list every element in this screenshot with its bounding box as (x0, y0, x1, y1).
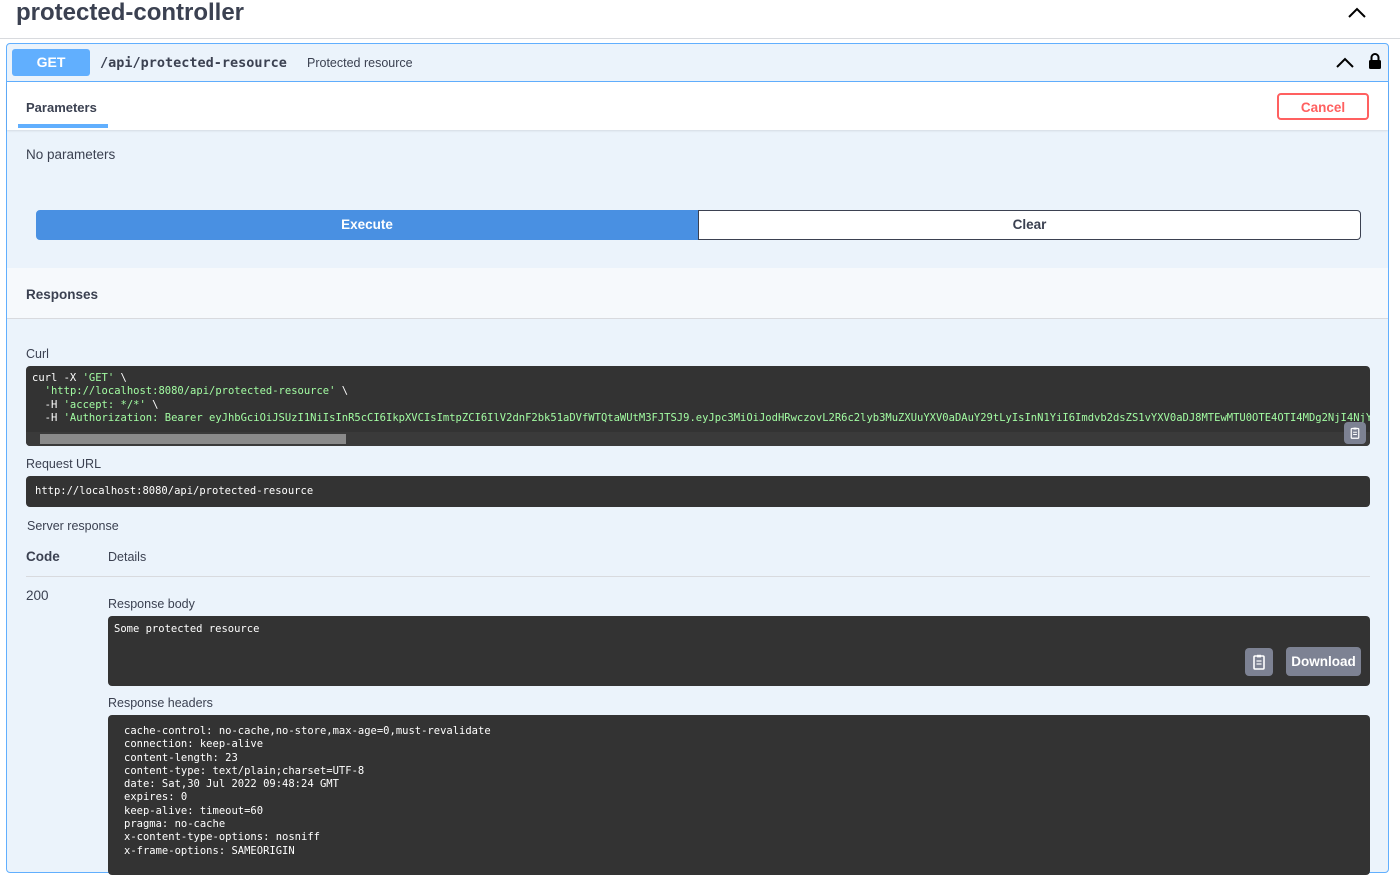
response-header-line: content-type: text/plain;charset=UTF-8 (124, 764, 365, 777)
parameters-tab-bar: Parameters Cancel (7, 82, 1388, 130)
execute-button[interactable]: Execute (36, 210, 698, 240)
curl-line-4: -H 'Authorization: Bearer eyJhbGciOiJSUz… (32, 411, 1370, 424)
response-header-line: date: Sat,30 Jul 2022 09:48:24 GMT (124, 778, 339, 791)
execute-wrapper: Execute Clear (36, 210, 1361, 240)
response-headers-block[interactable]: cache-control: no-cache,no-store,max-age… (108, 715, 1370, 875)
response-header-line: keep-alive: timeout=60 (124, 804, 264, 817)
divider (26, 576, 1370, 577)
response-header-line: pragma: no-cache (124, 818, 226, 831)
copy-to-clipboard-button[interactable] (1344, 422, 1366, 444)
responses-title: Responses (26, 287, 99, 302)
response-header-line: x-content-type-options: nosniff (124, 831, 320, 844)
response-headers-label: Response headers (108, 696, 213, 710)
responses-header: Responses (7, 268, 1388, 319)
response-header-line: cache-control: no-cache,no-store,max-age… (124, 725, 491, 737)
scrollbar-thumb[interactable] (40, 434, 346, 444)
response-code: 200 (26, 588, 49, 603)
response-body-block[interactable]: Some protected resource Download (108, 616, 1370, 686)
curl-line-1: curl -X 'GET' \ (32, 372, 127, 384)
operation-path: /api/protected-resource (100, 55, 287, 71)
no-parameters-text: No parameters (26, 147, 116, 162)
method-badge: GET (12, 49, 90, 76)
curl-block[interactable]: curl -X 'GET' \ 'http://localhost:8080/a… (26, 366, 1370, 446)
response-header-line: content-length: 23 (124, 751, 238, 764)
response-header-line: expires: 0 (124, 791, 188, 804)
curl-line-2: 'http://localhost:8080/api/protected-res… (44, 385, 349, 398)
curl-line-3: -H 'accept: */*' \ (32, 398, 159, 411)
code-column-header: Code (26, 549, 60, 564)
details-column-header: Details (108, 550, 147, 564)
response-body-text: Some protected resource (114, 623, 260, 635)
tab-parameters[interactable]: Parameters (26, 100, 97, 115)
lock-icon[interactable] (1368, 52, 1382, 75)
cancel-button[interactable]: Cancel (1277, 93, 1369, 120)
horizontal-scrollbar[interactable] (26, 432, 1370, 446)
operation-summary-text: Protected resource (307, 56, 413, 70)
server-response-label: Server response (27, 519, 119, 533)
tag-header[interactable]: protected-controller (0, 0, 1400, 39)
response-header-line: connection: keep-alive (124, 738, 264, 751)
request-url-label: Request URL (26, 457, 102, 471)
response-body-label: Response body (108, 597, 195, 611)
clear-button[interactable]: Clear (698, 210, 1361, 240)
chevron-up-icon[interactable] (1336, 57, 1354, 69)
copy-icon (1350, 427, 1360, 439)
tab-active-indicator (18, 124, 108, 128)
copy-icon (1253, 654, 1265, 670)
operation-block: GET /api/protected-resource Protected re… (6, 43, 1389, 875)
copy-to-clipboard-button[interactable] (1245, 648, 1273, 676)
tag-title: protected-controller (16, 0, 245, 26)
chevron-up-icon[interactable] (1348, 7, 1366, 19)
operation-summary[interactable]: GET /api/protected-resource Protected re… (7, 44, 1388, 82)
curl-label: Curl (26, 347, 49, 361)
request-url: http://localhost:8080/api/protected-reso… (35, 485, 314, 497)
request-url-block[interactable]: http://localhost:8080/api/protected-reso… (26, 476, 1370, 507)
download-button[interactable]: Download (1286, 647, 1361, 676)
